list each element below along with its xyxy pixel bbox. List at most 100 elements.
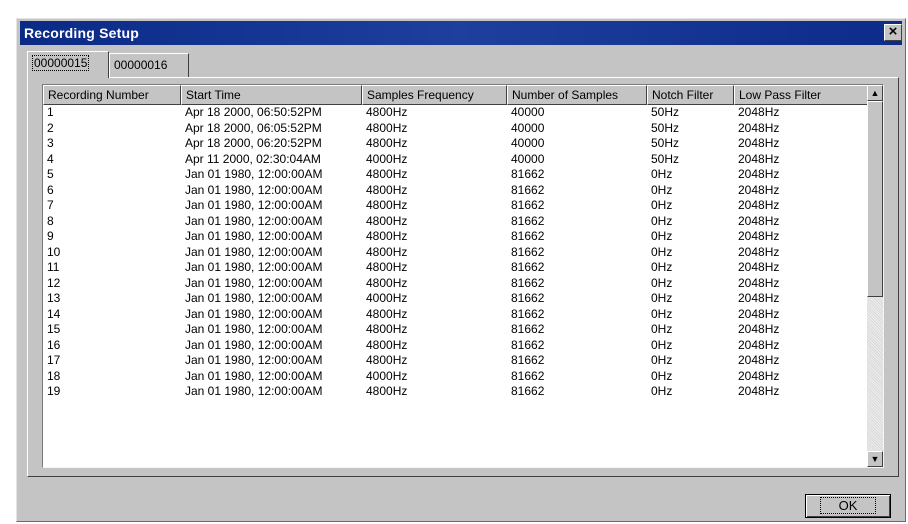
table-row[interactable]: 1 Apr 18 2000, 06:50:52PM 4800Hz 40000 50Hz 2…: [43, 105, 869, 121]
ok-button[interactable]: OK: [805, 494, 891, 518]
table-row[interactable]: 6 Jan 01 1980, 12:00:00AM 4800Hz 81662 0Hz 20…: [43, 183, 869, 199]
cell-samples-frequency: 4800Hz: [366, 384, 408, 398]
cell-low-pass-filter: 2048Hz: [738, 244, 780, 259]
cell-low-pass-filter: 2048Hz: [738, 275, 780, 290]
list-header: Recording Number Start Time Samples Freq…: [43, 85, 869, 105]
table-row[interactable]: 7 Jan 01 1980, 12:00:00AM 4800Hz 81662 0Hz 20…: [43, 198, 869, 214]
cell-start-time: Jan 01 1980, 12:00:00AM: [185, 167, 323, 181]
cell-low-pass-filter: 2048Hz: [738, 151, 780, 166]
cell-recording-number: 17: [47, 353, 61, 367]
cell-samples-frequency: 4800Hz: [366, 105, 408, 119]
cell-notch-filter: 0Hz: [651, 244, 673, 259]
cell-samples-frequency: 4000Hz: [366, 291, 408, 305]
cell-notch-filter: 0Hz: [651, 306, 673, 321]
cell-recording-number: 11: [47, 260, 60, 274]
tab-00000016[interactable]: 00000016: [109, 53, 189, 77]
column-header-notch-filter[interactable]: Notch Filter: [647, 85, 734, 105]
cell-start-time: Jan 01 1980, 12:00:00AM: [185, 260, 323, 274]
table-row[interactable]: 8 Jan 01 1980, 12:00:00AM 4800Hz 81662 0Hz 20…: [43, 214, 869, 230]
cell-recording-number: 2: [47, 120, 54, 135]
cell-start-time: Apr 18 2000, 06:05:52PM: [185, 120, 322, 135]
column-header-recording-number[interactable]: Recording Number: [43, 85, 181, 105]
cell-samples-frequency: 4800Hz: [366, 198, 408, 212]
cell-start-time: Apr 11 2000, 02:30:04AM: [185, 151, 321, 166]
recordings-list[interactable]: Recording Number Start Time Samples Freq…: [42, 84, 884, 468]
table-row[interactable]: 12 Jan 01 1980, 12:00:00AM 4800Hz 81662 0Hz 2…: [43, 276, 869, 292]
cell-number-of-samples: 81662: [511, 198, 545, 212]
cell-samples-frequency: 4800Hz: [366, 337, 408, 352]
cell-number-of-samples: 81662: [511, 368, 545, 383]
cell-recording-number: 14: [47, 306, 61, 321]
scroll-thumb[interactable]: [867, 101, 883, 297]
table-row[interactable]: 14 Jan 01 1980, 12:00:00AM 4800Hz 81662 0Hz 2…: [43, 307, 869, 323]
cell-notch-filter: 0Hz: [651, 337, 673, 352]
cell-samples-frequency: 4800Hz: [366, 322, 408, 336]
table-row[interactable]: 16 Jan 01 1980, 12:00:00AM 4800Hz 81662 0Hz 2…: [43, 338, 869, 354]
cell-recording-number: 1: [47, 105, 54, 119]
cell-samples-frequency: 4800Hz: [366, 275, 408, 290]
cell-low-pass-filter: 2048Hz: [738, 291, 780, 305]
cell-samples-frequency: 4800Hz: [366, 136, 408, 150]
cell-low-pass-filter: 2048Hz: [738, 322, 780, 336]
cell-recording-number: 9: [47, 229, 54, 243]
cell-recording-number: 3: [47, 136, 54, 150]
cell-recording-number: 6: [47, 182, 54, 197]
cell-start-time: Jan 01 1980, 12:00:00AM: [185, 244, 323, 259]
close-icon[interactable]: ×: [884, 24, 902, 41]
title-bar[interactable]: Recording Setup ×: [20, 21, 902, 45]
cell-notch-filter: 0Hz: [651, 260, 673, 274]
table-row[interactable]: 9 Jan 01 1980, 12:00:00AM 4800Hz 81662 0Hz 20…: [43, 229, 869, 245]
cell-low-pass-filter: 2048Hz: [738, 337, 780, 352]
table-row[interactable]: 13 Jan 01 1980, 12:00:00AM 4000Hz 81662 0Hz 2…: [43, 291, 869, 307]
column-header-low-pass-filter[interactable]: Low Pass Filter: [734, 85, 869, 105]
cell-notch-filter: 0Hz: [651, 291, 673, 305]
column-header-start-time[interactable]: Start Time: [181, 85, 362, 105]
tab-panel: Recording Number Start Time Samples Freq…: [27, 77, 899, 477]
table-row[interactable]: 17 Jan 01 1980, 12:00:00AM 4800Hz 81662 0Hz 2…: [43, 353, 869, 369]
cell-samples-frequency: 4800Hz: [366, 353, 408, 367]
cell-number-of-samples: 81662: [511, 213, 545, 228]
cell-samples-frequency: 4800Hz: [366, 120, 408, 135]
table-row[interactable]: 15 Jan 01 1980, 12:00:00AM 4800Hz 81662 0Hz 2…: [43, 322, 869, 338]
table-row[interactable]: 11 Jan 01 1980, 12:00:00AM 4800Hz 81662 0Hz 2…: [43, 260, 869, 276]
vertical-scrollbar[interactable]: ▲ ▼: [867, 85, 883, 467]
cell-low-pass-filter: 2048Hz: [738, 105, 780, 119]
cell-start-time: Jan 01 1980, 12:00:00AM: [185, 213, 323, 228]
table-row[interactable]: 5 Jan 01 1980, 12:00:00AM 4800Hz 81662 0Hz 20…: [43, 167, 869, 183]
table-row[interactable]: 3 Apr 18 2000, 06:20:52PM 4800Hz 40000 50Hz 2…: [43, 136, 869, 152]
cell-notch-filter: 0Hz: [651, 229, 673, 243]
cell-start-time: Jan 01 1980, 12:00:00AM: [185, 198, 323, 212]
cell-recording-number: 4: [47, 151, 54, 166]
scroll-up-icon[interactable]: ▲: [867, 85, 883, 101]
table-row[interactable]: 19 Jan 01 1980, 12:00:00AM 4800Hz 81662 0Hz 2…: [43, 384, 869, 400]
table-row[interactable]: 10 Jan 01 1980, 12:00:00AM 4800Hz 81662 0Hz 2…: [43, 245, 869, 261]
cell-low-pass-filter: 2048Hz: [738, 136, 780, 150]
scroll-down-icon[interactable]: ▼: [867, 451, 883, 467]
ok-button-label: OK: [819, 497, 877, 514]
cell-number-of-samples: 81662: [511, 337, 545, 352]
cell-low-pass-filter: 2048Hz: [738, 368, 780, 383]
cell-samples-frequency: 4000Hz: [366, 368, 408, 383]
table-row[interactable]: 4 Apr 11 2000, 02:30:04AM 4000Hz 40000 50Hz 2…: [43, 152, 869, 168]
column-header-number-of-samples[interactable]: Number of Samples: [507, 85, 647, 105]
window-title: Recording Setup: [24, 25, 140, 41]
tab-label: 00000015: [32, 55, 90, 71]
table-row[interactable]: 2 Apr 18 2000, 06:05:52PM 4800Hz 40000 50Hz 2…: [43, 121, 869, 137]
cell-start-time: Jan 01 1980, 12:00:00AM: [185, 291, 323, 305]
cell-recording-number: 10: [47, 244, 61, 259]
recording-setup-dialog: Recording Setup × 00000015 00000016 Reco…: [16, 18, 906, 522]
cell-recording-number: 13: [47, 291, 61, 305]
cell-notch-filter: 0Hz: [651, 322, 673, 336]
cell-notch-filter: 0Hz: [651, 368, 673, 383]
cell-start-time: Jan 01 1980, 12:00:00AM: [185, 337, 323, 352]
column-header-samples-frequency[interactable]: Samples Frequency: [362, 85, 507, 105]
cell-start-time: Jan 01 1980, 12:00:00AM: [185, 275, 323, 290]
cell-low-pass-filter: 2048Hz: [738, 198, 780, 212]
cell-recording-number: 18: [47, 368, 61, 383]
cell-number-of-samples: 81662: [511, 275, 545, 290]
cell-low-pass-filter: 2048Hz: [738, 120, 780, 135]
cell-start-time: Jan 01 1980, 12:00:00AM: [185, 229, 323, 243]
tab-00000015[interactable]: 00000015: [27, 51, 109, 78]
cell-start-time: Jan 01 1980, 12:00:00AM: [185, 384, 323, 398]
table-row[interactable]: 18 Jan 01 1980, 12:00:00AM 4000Hz 81662 0Hz 2…: [43, 369, 869, 385]
